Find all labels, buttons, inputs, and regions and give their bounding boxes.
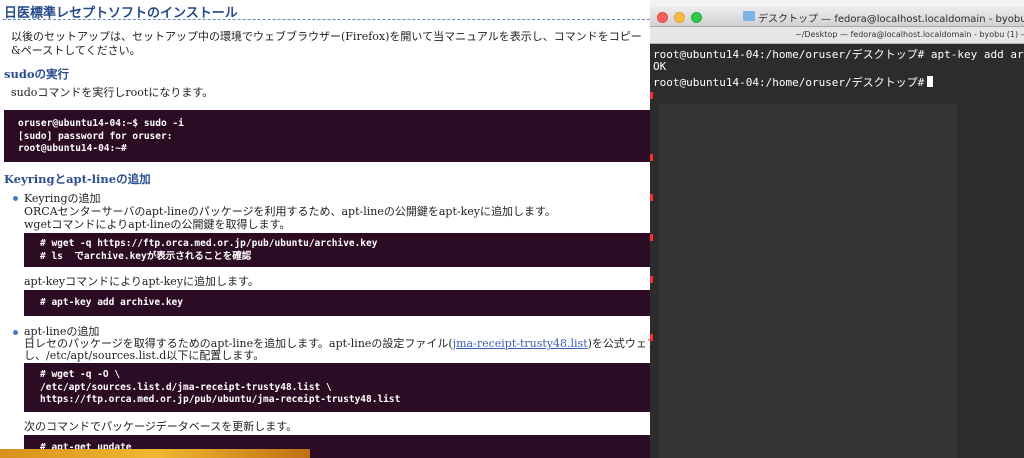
keyring-item-line2: wgetコマンドによりapt-lineの公開鍵を取得します。 xyxy=(24,218,291,231)
terminal-window[interactable]: デスクトップ — fedora@localhost.localdomain - … xyxy=(650,7,1024,458)
bullet-icon xyxy=(13,196,18,201)
terminal-cursor xyxy=(927,76,934,87)
minimize-window-button[interactable] xyxy=(674,12,685,23)
keyring-item-title: Keyringの追加 xyxy=(24,192,101,205)
scroll-marker xyxy=(650,234,653,241)
wget-list-command-block[interactable]: # wget -q -O \ /etc/apt/sources.list.d/j… xyxy=(24,363,650,412)
terminal-tab-bar[interactable]: ~/Desktop — fedora@localhost.localdomain… xyxy=(650,27,1024,44)
scroll-marker xyxy=(650,334,653,341)
apt-key-command-block[interactable]: # apt-key add archive.key xyxy=(24,290,650,316)
desktop-wallpaper-strip xyxy=(0,449,310,458)
sudo-text: sudoコマンドを実行しrootになります。 xyxy=(11,86,214,99)
terminal-prompt: root@ubuntu14-04:/home/oruser/デスクトップ# xyxy=(653,76,925,89)
manual-page: 日医標準レセプトソフトのインストール 以後のセットアップは、セットアップ中の環境… xyxy=(0,0,650,458)
terminal-titlebar[interactable]: デスクトップ — fedora@localhost.localdomain - … xyxy=(650,7,1024,27)
keyring-heading: Keyringとapt-lineの追加 xyxy=(4,172,151,186)
apt-key-text: apt-keyコマンドによりapt-keyに追加します。 xyxy=(24,275,259,288)
terminal-title: デスクトップ — fedora@localhost.localdomain - … xyxy=(758,14,1024,25)
intro-text: 以後のセットアップは、セットアップ中の環境でウェブブラウザー(Firefox)を… xyxy=(11,30,642,57)
title-divider xyxy=(3,19,650,20)
zoom-window-button[interactable] xyxy=(691,12,702,23)
keyring-item-line1: ORCAセンターサーバのapt-lineのパッケージを利用するため、apt-li… xyxy=(24,205,556,218)
scroll-marker xyxy=(650,194,653,201)
apt-line-item-line2: し、/etc/apt/sources.list.d以下に配置します。 xyxy=(24,349,265,362)
scroll-marker xyxy=(650,154,653,161)
sudo-command-block[interactable]: oruser@ubuntu14-04:~$ sudo -i [sudo] pas… xyxy=(4,110,650,162)
update-text: 次のコマンドでパッケージデータベースを更新します。 xyxy=(24,420,298,433)
scroll-marker xyxy=(650,92,653,99)
terminal-tab-title[interactable]: ~/Desktop — fedora@localhost.localdomain… xyxy=(795,30,1024,39)
terminal-line: OK xyxy=(653,60,667,73)
scroll-marker xyxy=(650,276,653,283)
terminal-prompt-line[interactable]: root@ubuntu14-04:/home/oruser/デスクトップ# xyxy=(653,74,934,90)
folder-icon xyxy=(743,11,755,21)
sudo-heading: sudoの実行 xyxy=(4,67,70,81)
bullet-icon xyxy=(13,330,18,335)
terminal-line: root@ubuntu14-04:/home/oruser/デスクトップ# ap… xyxy=(653,48,1024,61)
apt-line-text-post: )を公式ウェブサイトから取得 xyxy=(587,337,650,350)
terminal-screen[interactable]: root@ubuntu14-04:/home/oruser/デスクトップ# ap… xyxy=(650,44,1024,458)
wget-key-command-block[interactable]: # wget -q https://ftp.orca.med.or.jp/pub… xyxy=(24,233,650,267)
close-window-button[interactable] xyxy=(657,12,668,23)
list-file-link[interactable]: jma-receipt-trusty48.list xyxy=(453,337,588,350)
terminal-pane-shade xyxy=(658,104,958,458)
